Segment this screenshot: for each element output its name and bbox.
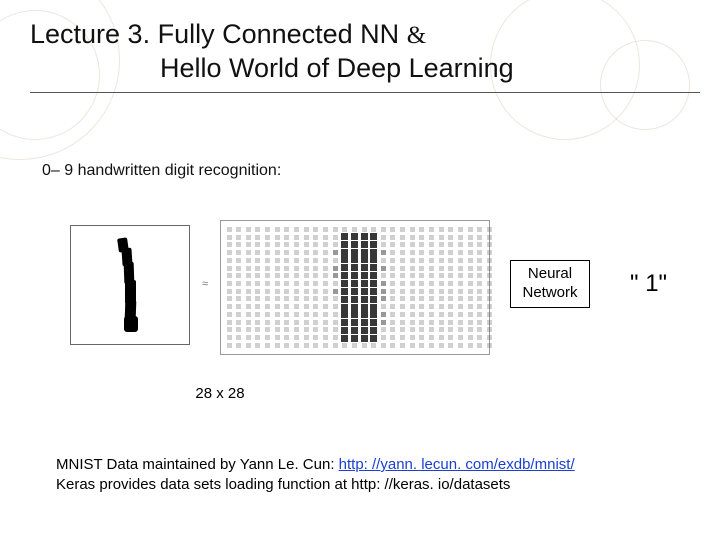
title-line-1-text: Lecture 3. Fully Connected NN [30,19,407,49]
matrix-col [418,227,426,348]
matrix-col [235,227,243,348]
ampersand: & [407,22,426,49]
digit-glyph-1 [116,236,142,336]
matrix-col [254,227,262,348]
matrix-col [437,227,445,348]
matrix-col [341,227,349,348]
footer-prefix: MNIST Data maintained by Yann Le. Cun: [56,456,339,473]
matrix-col [321,227,329,348]
matrix-col [408,227,416,348]
matrix-col [476,227,484,348]
matrix-col [331,227,339,348]
matrix-col [264,227,272,348]
title-line-1: Lecture 3. Fully Connected NN & [30,18,700,52]
footer-line-1: MNIST Data maintained by Yann Le. Cun: h… [56,455,575,475]
sub-heading: 0– 9 handwritten digit recognition: [42,162,281,180]
matrix-col [379,227,387,348]
matrix-col [273,227,281,348]
diagram: ≈ Neural Network " 1" [50,210,670,380]
matrix-col [485,227,493,348]
matrix-col [389,227,397,348]
matrix-col [399,227,407,348]
image-size-caption: 28 x 28 [60,385,380,402]
footer-text: MNIST Data maintained by Yann Le. Cun: h… [56,455,575,496]
approx-symbol: ≈ [202,278,208,290]
matrix-col [283,227,291,348]
title-line-2: Hello World of Deep Learning [30,52,700,86]
matrix-col [244,227,252,348]
matrix-col [225,227,233,348]
matrix-col [302,227,310,348]
matrix-col [456,227,464,348]
matrix-col [293,227,301,348]
neural-network-box: Neural Network [510,260,590,308]
matrix-col [312,227,320,348]
mnist-link[interactable]: http: //yann. lecun. com/exdb/mnist/ [339,456,575,473]
output-label: " 1" [630,270,667,298]
matrix-col [370,227,378,348]
footer-line-2: Keras provides data sets loading functio… [56,475,575,495]
matrix-col [360,227,368,348]
pixel-matrix [220,220,490,355]
matrix-col [466,227,474,348]
digit-image-box [70,225,190,345]
matrix-col [428,227,436,348]
slide-title: Lecture 3. Fully Connected NN & Hello Wo… [30,18,700,93]
matrix-col [447,227,455,348]
matrix-col [350,227,358,348]
